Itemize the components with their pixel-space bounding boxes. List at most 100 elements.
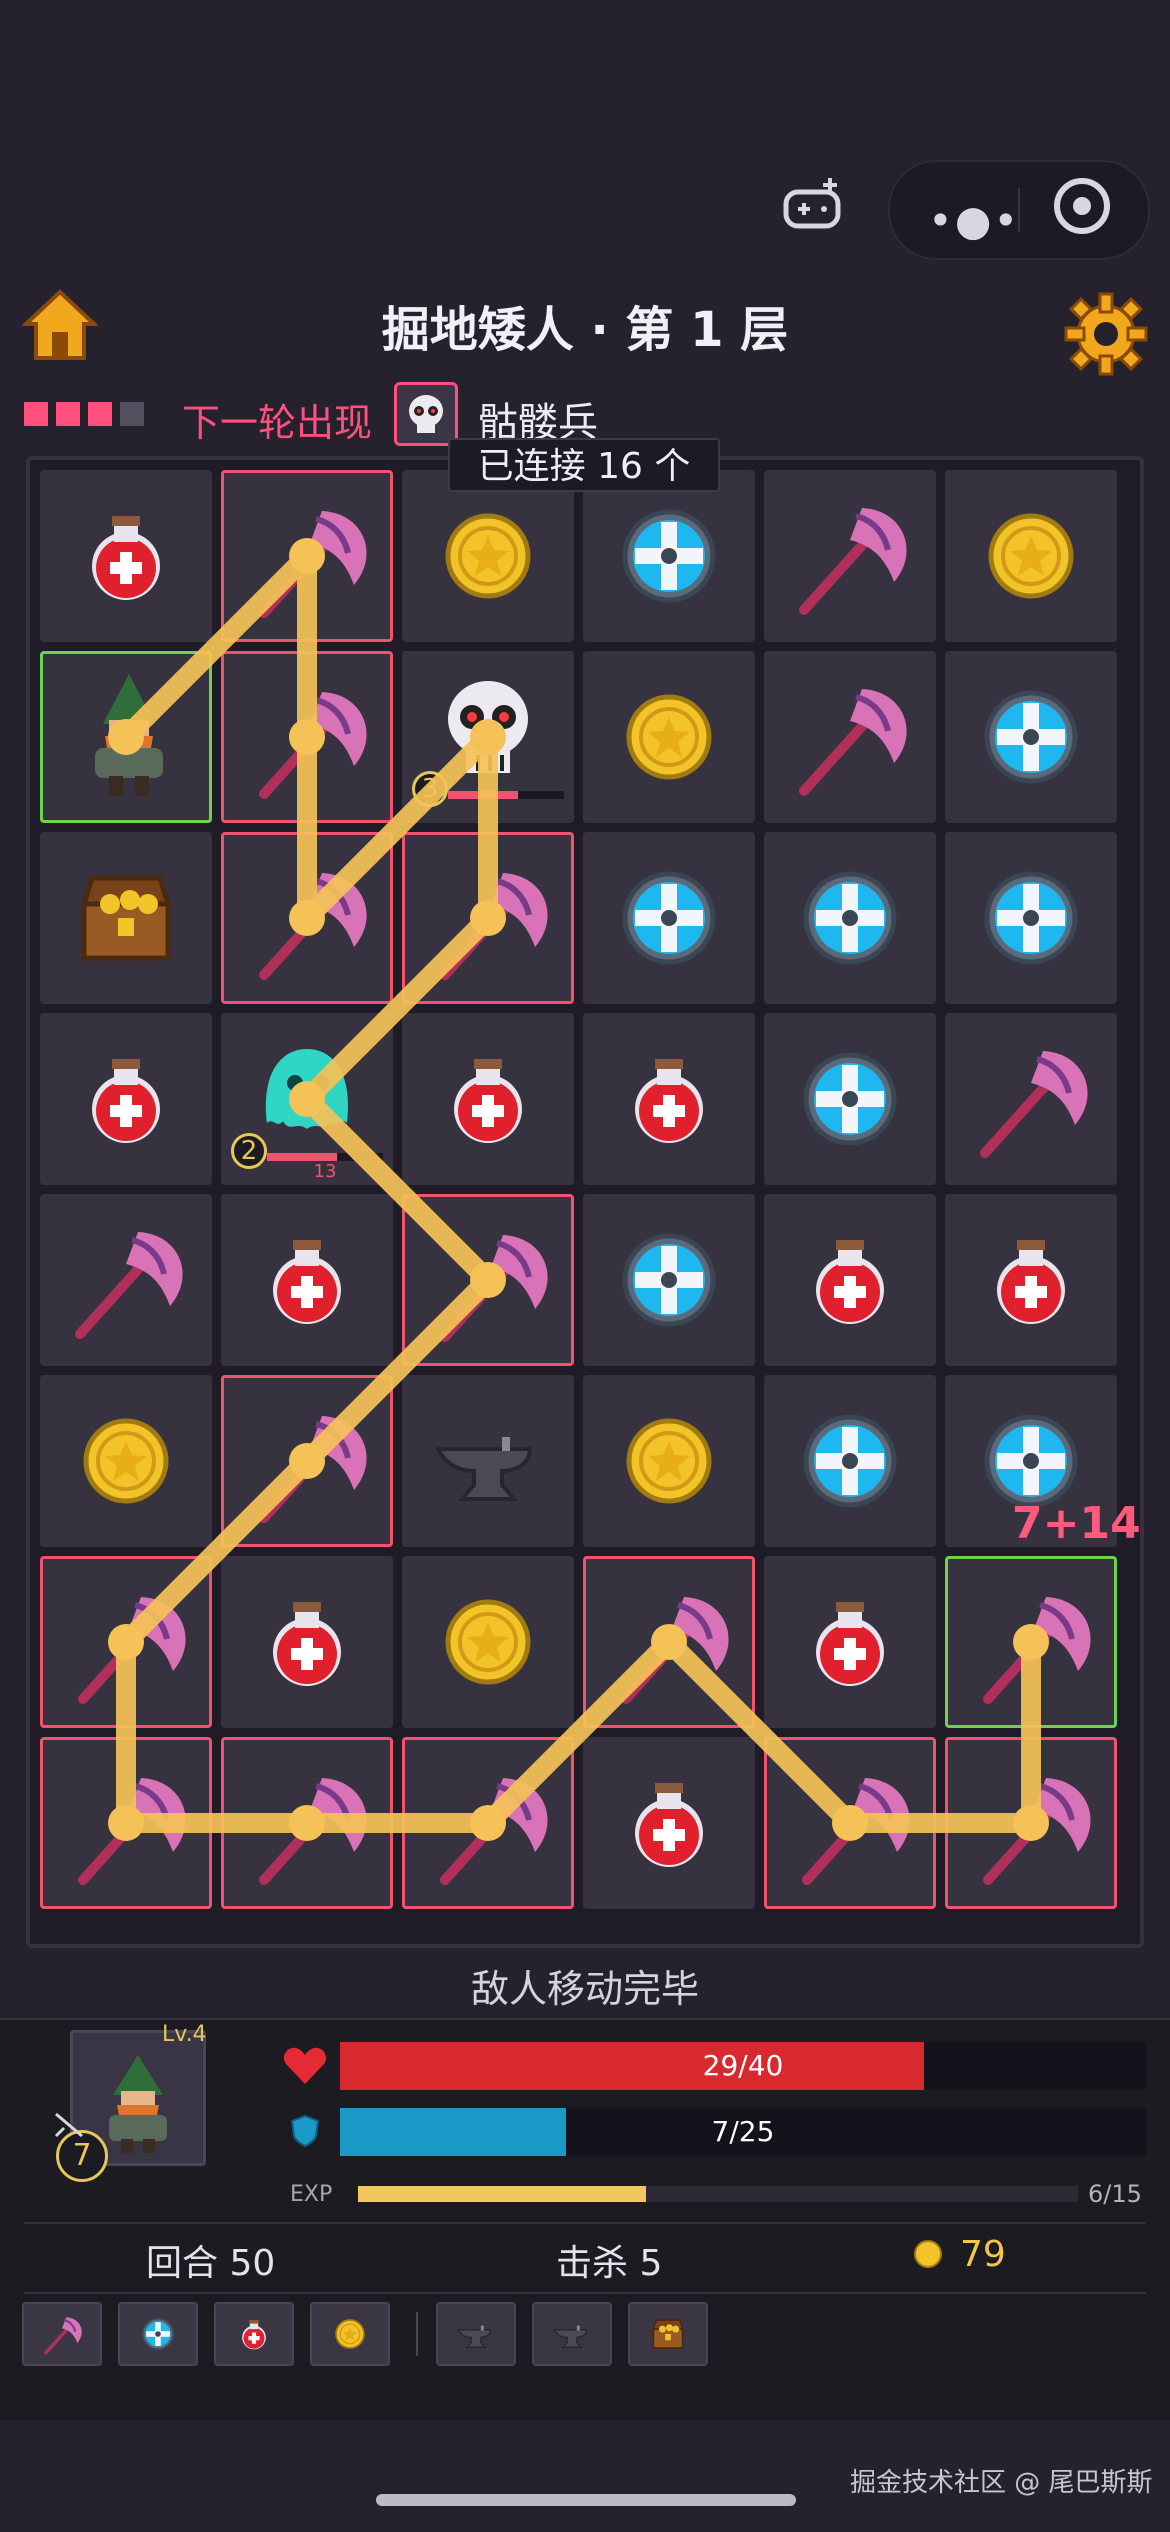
next-round-label: 下一轮出现 [182, 401, 373, 445]
board-cell-axe[interactable] [402, 832, 574, 1004]
board-cell-shield[interactable] [764, 1013, 936, 1185]
potion-icon [635, 1783, 703, 1867]
board-cell-axe[interactable] [402, 1737, 574, 1909]
exp-text: 6/15 [1088, 2180, 1142, 2208]
board-cell-potion[interactable] [764, 1556, 936, 1728]
board-cell-coin[interactable] [583, 1375, 755, 1547]
page-title: 掘地矮人 · 第 1 层 [381, 302, 789, 358]
axe-icon [259, 1416, 367, 1523]
axe-icon [799, 689, 907, 796]
tray-item-anvil[interactable] [532, 2302, 612, 2366]
board-cell-potion[interactable] [764, 1194, 936, 1366]
chest-icon [652, 2319, 684, 2349]
board-cell-anvil[interactable] [402, 1375, 574, 1547]
board-cell-coin[interactable] [945, 470, 1117, 642]
board-cell-axe[interactable] [40, 1194, 212, 1366]
board-cell-shield[interactable] [583, 1194, 755, 1366]
board-cell-axe[interactable] [583, 1556, 755, 1728]
coin-icon [626, 694, 712, 780]
home-indicator[interactable] [376, 2494, 796, 2506]
more-options-icon[interactable]: •●• [928, 196, 1020, 245]
enemy-attack-badge: 3 [412, 771, 448, 807]
tray-item-coin[interactable] [310, 2302, 390, 2366]
game-controller-add-icon[interactable] [780, 172, 848, 240]
enemy-hp-text: 13 [313, 1161, 337, 1182]
shield-icon [984, 690, 1078, 784]
shield-icon [290, 2114, 320, 2148]
shield-icon [622, 509, 716, 603]
board-cell-potion[interactable] [221, 1194, 393, 1366]
board-cell-shield[interactable] [583, 832, 755, 1004]
divider [24, 2292, 1146, 2294]
turn-dot [120, 402, 144, 426]
board-cell-coin[interactable] [402, 1556, 574, 1728]
board-cell-potion[interactable] [583, 1013, 755, 1185]
tray-item-potion[interactable] [214, 2302, 294, 2366]
board-cell-axe[interactable] [945, 1013, 1117, 1185]
board-cell-potion[interactable] [583, 1737, 755, 1909]
axe-icon [983, 1597, 1091, 1704]
board-cell-axe[interactable] [40, 1737, 212, 1909]
board-cell-axe[interactable] [221, 1375, 393, 1547]
board-cell-hero[interactable] [40, 651, 212, 823]
chest-icon [80, 875, 172, 961]
enemy-attack-badge: 2 [231, 1133, 267, 1169]
tray-item-shield[interactable] [118, 2302, 198, 2366]
tray-item-chest[interactable] [628, 2302, 708, 2366]
potion-icon [997, 1240, 1065, 1324]
board-cell-potion[interactable] [402, 1013, 574, 1185]
potion-icon [816, 1240, 884, 1324]
board-cell-shield[interactable] [764, 1375, 936, 1547]
board-cell-chest[interactable] [40, 832, 212, 1004]
turn-dot [88, 402, 112, 426]
tray-item-anvil-gold[interactable] [436, 2302, 516, 2366]
axe-icon [802, 1778, 910, 1885]
board-cell-axe[interactable] [945, 1556, 1117, 1728]
coin-icon [988, 513, 1074, 599]
board-cell-axe[interactable] [945, 1737, 1117, 1909]
board-cell-axe[interactable] [221, 832, 393, 1004]
board-cell-potion[interactable] [221, 1556, 393, 1728]
shield-icon [803, 871, 897, 965]
axe-icon [621, 1597, 729, 1704]
board-cell-axe[interactable] [402, 1194, 574, 1366]
kill-counter: 击杀 5 [556, 2243, 663, 2284]
coin-icon [83, 1418, 169, 1504]
axe-icon [259, 873, 367, 980]
shield-icon [984, 871, 1078, 965]
potion-icon [92, 1059, 160, 1143]
board-cell-axe[interactable] [221, 470, 393, 642]
board-cell-axe[interactable] [764, 651, 936, 823]
close-target-icon[interactable] [1054, 178, 1110, 234]
chain-count-tooltip: 已连接 16 个 [448, 438, 720, 492]
board-cell-coin[interactable] [583, 651, 755, 823]
axe-icon [983, 1778, 1091, 1885]
turn-counter: 回合 50 [146, 2243, 276, 2284]
board-cell-axe[interactable] [40, 1556, 212, 1728]
coin-icon [335, 2319, 365, 2349]
board-cell-shield[interactable] [764, 832, 936, 1004]
shield-icon [622, 871, 716, 965]
axe-icon [440, 1235, 548, 1342]
board-cell-potion[interactable] [40, 470, 212, 642]
damage-popup: 7+14 [1012, 1498, 1141, 1549]
board-cell-shield[interactable] [583, 470, 755, 642]
board-cell-axe[interactable] [221, 651, 393, 823]
board-cell-shield[interactable] [945, 651, 1117, 823]
tray-item-axe[interactable] [22, 2302, 102, 2366]
anvil-icon [553, 2325, 588, 2348]
armor-text: 7/25 [711, 2115, 775, 2148]
potion-icon [92, 516, 160, 600]
board-cell-coin[interactable] [402, 470, 574, 642]
board-cell-shield[interactable] [945, 832, 1117, 1004]
potion-icon [273, 1240, 341, 1324]
board-cell-potion[interactable] [40, 1013, 212, 1185]
board-cell-axe[interactable] [221, 1737, 393, 1909]
board-cell-potion[interactable] [945, 1194, 1117, 1366]
settings-gear-icon[interactable] [1062, 290, 1150, 378]
board-cell-axe[interactable] [764, 470, 936, 642]
skeleton-portrait-icon [394, 382, 458, 446]
hero-icon [95, 674, 163, 796]
board-cell-coin[interactable] [40, 1375, 212, 1547]
board-cell-axe[interactable] [764, 1737, 936, 1909]
